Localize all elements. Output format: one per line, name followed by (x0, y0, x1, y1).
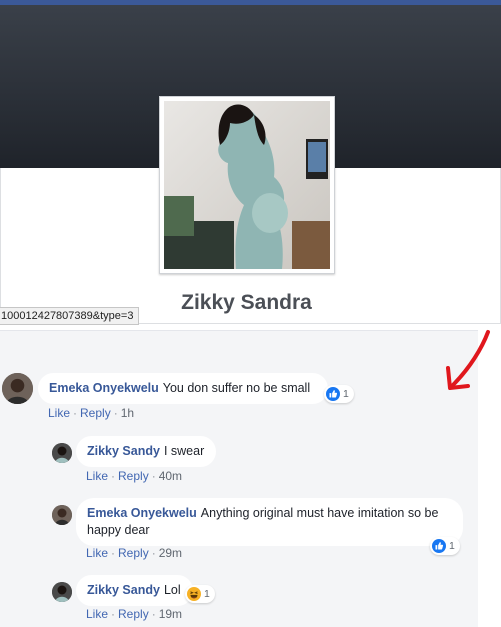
status-bar-url: 100012427807389&type=3 (0, 307, 140, 325)
reply-actions: Like · Reply · 40m (86, 469, 182, 483)
like-icon (432, 539, 446, 553)
reply-bubble: Zikky Sandy Lol (76, 575, 193, 606)
avatar-zikky-image (52, 582, 72, 602)
profile-picture[interactable] (159, 96, 335, 274)
avatar-zikky[interactable] (52, 443, 72, 463)
reaction-summary[interactable]: 1 (430, 537, 460, 555)
page: Zikky Sandra 100012427807389&type=3 Emek… (0, 0, 501, 627)
reply-text: Lol (163, 583, 181, 597)
comment-text: You don suffer no be small (162, 381, 311, 395)
like-link[interactable]: Like (86, 546, 108, 560)
comment-actions: Like · Reply · 1h (48, 406, 134, 420)
avatar-zikky-image (52, 443, 72, 463)
avatar-emeka-image (2, 373, 33, 404)
like-link[interactable]: Like (86, 469, 108, 483)
reply-actions: Like · Reply · 19m (86, 607, 182, 621)
profile-name-text[interactable]: Zikky Sandra (181, 291, 312, 314)
separator: · (111, 546, 116, 560)
separator: · (113, 406, 118, 420)
separator: · (73, 406, 78, 420)
avatar-emeka-image (52, 505, 72, 525)
reply-timestamp[interactable]: 19m (159, 607, 182, 621)
reply-bubble: Emeka Onyekwelu Anything original must ha… (76, 498, 463, 546)
reply-text: I swear (163, 444, 205, 458)
reply-actions: Like · Reply · 29m (86, 546, 182, 560)
comment-bubble: Emeka Onyekwelu You don suffer no be smal… (38, 373, 328, 404)
reply-bubble: Zikky Sandy I swear (76, 436, 217, 467)
avatar-zikky[interactable] (52, 582, 72, 602)
reaction-count: 1 (204, 588, 210, 600)
like-link[interactable]: Like (86, 607, 108, 621)
separator: · (151, 546, 156, 560)
separator: · (111, 469, 116, 483)
comment-timestamp[interactable]: 1h (121, 406, 134, 420)
separator: · (151, 607, 156, 621)
haha-icon (187, 587, 201, 601)
reply-link[interactable]: Reply (80, 406, 111, 420)
reply-timestamp[interactable]: 40m (159, 469, 182, 483)
avatar-emeka[interactable] (52, 505, 72, 525)
separator: · (111, 607, 116, 621)
profile-photo-image (164, 101, 330, 269)
separator: · (151, 469, 156, 483)
reply-author[interactable]: Zikky Sandy (87, 444, 160, 458)
reply-author[interactable]: Emeka Onyekwelu (87, 506, 197, 520)
reaction-count: 1 (343, 388, 349, 400)
annotation-arrow-icon (446, 330, 490, 390)
reaction-summary[interactable]: 1 (185, 585, 215, 603)
like-link[interactable]: Like (48, 406, 70, 420)
reply-timestamp[interactable]: 29m (159, 546, 182, 560)
reaction-count: 1 (449, 540, 455, 552)
reply-link[interactable]: Reply (118, 469, 149, 483)
like-icon (326, 387, 340, 401)
reaction-summary[interactable]: 1 (324, 385, 354, 403)
avatar-emeka[interactable] (2, 373, 33, 404)
reply-link[interactable]: Reply (118, 546, 149, 560)
reply-author[interactable]: Zikky Sandy (87, 583, 160, 597)
reply-link[interactable]: Reply (118, 607, 149, 621)
comment-author[interactable]: Emeka Onyekwelu (49, 381, 159, 395)
